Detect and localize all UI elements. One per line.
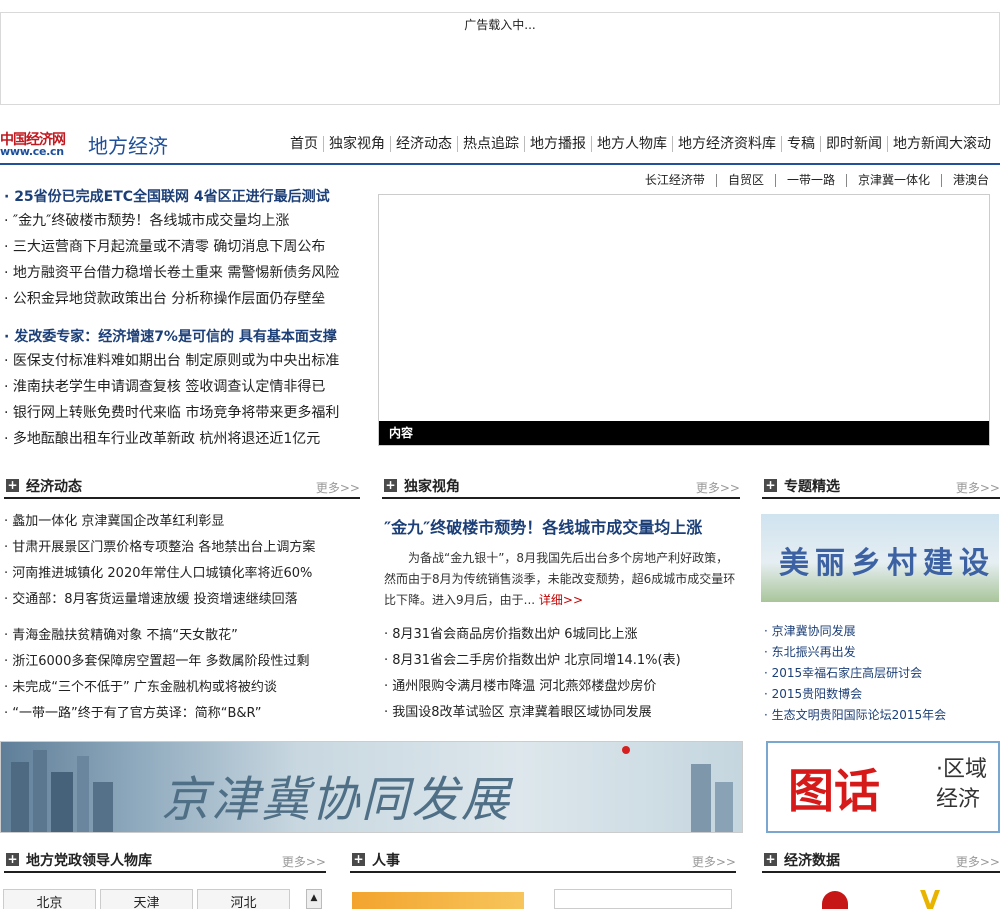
topic-image[interactable]: 美丽乡村建设: [761, 514, 999, 602]
list-item[interactable]: · “一带一路”终于有了官方英译：简称“B&R”: [4, 701, 309, 727]
nav-item[interactable]: 专稿: [781, 136, 820, 152]
list-item[interactable]: · 2015贵阳数博会: [764, 684, 946, 705]
subnav-item[interactable]: 长江经济带: [634, 174, 716, 187]
exclusive-list: · 8月31省会商品房价指数出炉 6城同比上涨 · 8月31省会二手房价指数出炉…: [384, 622, 681, 726]
feature-title[interactable]: ″金九″终破楼市颓势！各线城市成交量均上涨: [384, 514, 702, 538]
nav-item[interactable]: 地方播报: [524, 136, 591, 152]
list-item[interactable]: · 8月31省会商品房价指数出炉 6城同比上涨: [384, 622, 681, 648]
list-item[interactable]: · 东北振兴再出发: [764, 642, 946, 663]
plus-icon: +: [352, 852, 365, 866]
topics-list: · 京津冀协同发展 · 东北振兴再出发 · 2015幸福石家庄高层研讨会 · 2…: [764, 621, 946, 726]
headline-item[interactable]: · 三大运营商下月起流量或不清零 确切消息下周公布: [4, 234, 364, 260]
ad-text: 广告载入中...: [464, 18, 536, 32]
site-logo[interactable]: 中国经济网 www.ce.cn: [0, 129, 84, 158]
headline-lead[interactable]: · 25省份已完成ETC全国联网 4省区正进行最后测试: [4, 186, 364, 208]
list-item[interactable]: · 河南推进城镇化 2020年常住人口城镇化率将近60%: [4, 561, 315, 587]
list-item[interactable]: · 甘肃开展景区门票价格专项整治 各地禁出台上调方案: [4, 535, 315, 561]
nav-item[interactable]: 即时新闻: [820, 136, 887, 152]
sub-nav: 长江经济带 自贸区 一带一路 京津冀一体化 港澳台: [634, 174, 1000, 187]
nav-item[interactable]: 经济动态: [390, 136, 457, 152]
subnav-item[interactable]: 自贸区: [715, 174, 775, 187]
subnav-item[interactable]: 一带一路: [774, 174, 846, 187]
headline-item[interactable]: · 医保支付标准料难如期出台 制定原则或为中央出标准: [4, 348, 364, 374]
banner-tuhua-main: 图话: [788, 764, 880, 818]
feature-body: 为备战“金九银十”，8月我国先后出台多个房地产利好政策，然而由于8月为传统销售淡…: [384, 548, 738, 611]
list-item[interactable]: · 交通部：8月客货运量增速放缓 投资增速继续回落: [4, 587, 315, 613]
main-nav: 首页 独家视角 经济动态 热点追踪 地方播报 地方人物库 地方经济资料库 专稿 …: [285, 136, 996, 152]
list-item[interactable]: · 生态文明贵阳国际论坛2015年会: [764, 705, 946, 726]
section-title[interactable]: 独家视角: [404, 476, 460, 496]
headline-item[interactable]: · ″金九″终破楼市颓势！各线城市成交量均上涨: [4, 208, 364, 234]
nav-item[interactable]: 地方新闻大滚动: [887, 136, 996, 152]
plus-icon: +: [764, 852, 777, 866]
headline-list: · 25省份已完成ETC全国联网 4省区正进行最后测试 · ″金九″终破楼市颓势…: [4, 186, 364, 452]
headline-item[interactable]: · 银行网上转账免费时代来临 市场竞争将带来更多福利: [4, 400, 364, 426]
plus-icon: +: [6, 852, 19, 866]
section-title[interactable]: 地方党政领导人物库: [26, 850, 152, 870]
econ-list: · 蠡加一体化 京津冀国企改革红利彰显 · 甘肃开展景区门票价格专项整治 各地禁…: [4, 509, 315, 613]
section-header-leaders: + 地方党政领导人物库 更多>>: [4, 847, 326, 873]
more-link[interactable]: 更多>>: [956, 853, 1000, 870]
headline-item[interactable]: · 多地酝酿出租车行业改革新政 杭州将退还近1亿元: [4, 426, 364, 452]
region-tab[interactable]: 河北: [197, 889, 290, 909]
plus-icon: +: [6, 478, 19, 492]
section-header-topics: + 专题精选 更多>>: [762, 473, 1000, 499]
personnel-box: [554, 889, 732, 909]
news-slider[interactable]: 内容: [378, 194, 990, 446]
headline-item[interactable]: · 公积金异地贷款政策出台 分析称操作层面仍存壁垒: [4, 286, 364, 312]
section-title[interactable]: 人事: [372, 850, 400, 870]
scroll-up-icon[interactable]: ▲: [306, 889, 322, 909]
topic-image-text: 美丽乡村建设: [779, 546, 995, 581]
banner-tuhua-sub: ·区域经济: [936, 757, 987, 812]
list-item[interactable]: · 通州限购令满月楼市降温 河北燕郊楼盘炒房价: [384, 674, 681, 700]
headline-item[interactable]: · 地方融资平台借力稳增长卷土重来 需警惕新债务风险: [4, 260, 364, 286]
channel-title: 地方经济: [88, 134, 168, 158]
econdata-graphic-red: [822, 891, 848, 909]
plus-icon: +: [384, 478, 397, 492]
section-title[interactable]: 经济数据: [784, 850, 840, 870]
detail-link[interactable]: 详细>>: [539, 593, 583, 607]
nav-item[interactable]: 热点追踪: [457, 136, 524, 152]
list-item[interactable]: · 未完成“三个不低于” 广东金融机构或将被约谈: [4, 675, 309, 701]
site-header: 中国经济网 www.ce.cn 地方经济 首页 独家视角 经济动态 热点追踪 地…: [0, 125, 1000, 165]
list-item[interactable]: · 蠡加一体化 京津冀国企改革红利彰显: [4, 509, 315, 535]
headline-item[interactable]: · 淮南扶老学生申请调查复核 签收调查认定情非得已: [4, 374, 364, 400]
slider-caption[interactable]: 内容: [379, 421, 989, 445]
nav-item[interactable]: 地方人物库: [591, 136, 672, 152]
more-link[interactable]: 更多>>: [696, 479, 740, 496]
ad-banner: 广告载入中...: [0, 12, 1000, 105]
region-tab[interactable]: 北京: [3, 889, 96, 909]
list-item[interactable]: · 京津冀协同发展: [764, 621, 946, 642]
section-header-econ: + 经济动态 更多>>: [4, 473, 360, 499]
more-link[interactable]: 更多>>: [956, 479, 1000, 496]
section-header-exclusive: + 独家视角 更多>>: [382, 473, 740, 499]
more-link[interactable]: 更多>>: [692, 853, 736, 870]
econ-list-2: · 青海金融扶贫精确对象 不搞“天女散花” · 浙江6000多套保障房空置超一年…: [4, 623, 309, 727]
subnav-item[interactable]: 港澳台: [940, 174, 1000, 187]
section-header-personnel: + 人事 更多>>: [350, 847, 736, 873]
list-item[interactable]: · 8月31省会二手房价指数出炉 北京同增14.1%(表): [384, 648, 681, 674]
list-item[interactable]: · 我国设8改革试验区 京津冀着眼区域协同发展: [384, 700, 681, 726]
banner-title: 京津冀协同发展: [161, 772, 512, 828]
section-title[interactable]: 经济动态: [26, 476, 82, 496]
subnav-item[interactable]: 京津冀一体化: [845, 174, 941, 187]
more-link[interactable]: 更多>>: [316, 479, 360, 496]
list-item[interactable]: · 2015幸福石家庄高层研讨会: [764, 663, 946, 684]
headline-lead[interactable]: · 发改委专家：经济增速7%是可信的 具有基本面支撑: [4, 326, 364, 348]
list-item[interactable]: · 青海金融扶贫精确对象 不搞“天女散花”: [4, 623, 309, 649]
list-item[interactable]: · 浙江6000多套保障房空置超一年 多数属阶段性过剩: [4, 649, 309, 675]
banner-tuhua[interactable]: 图话 ·区域经济: [766, 741, 1000, 833]
nav-item[interactable]: 地方经济资料库: [672, 136, 781, 152]
section-header-econdata: + 经济数据 更多>>: [762, 847, 1000, 873]
more-link[interactable]: 更多>>: [282, 853, 326, 870]
section-title[interactable]: 专题精选: [784, 476, 840, 496]
econdata-graphic-v: V: [920, 886, 941, 909]
region-tab[interactable]: 天津: [100, 889, 193, 909]
personnel-image[interactable]: [352, 892, 524, 909]
banner-jjj[interactable]: 京津冀协同发展: [0, 741, 743, 833]
nav-item[interactable]: 独家视角: [323, 136, 390, 152]
plus-icon: +: [764, 478, 777, 492]
logo-url: www.ce.cn: [0, 145, 64, 158]
nav-item[interactable]: 首页: [285, 136, 323, 152]
